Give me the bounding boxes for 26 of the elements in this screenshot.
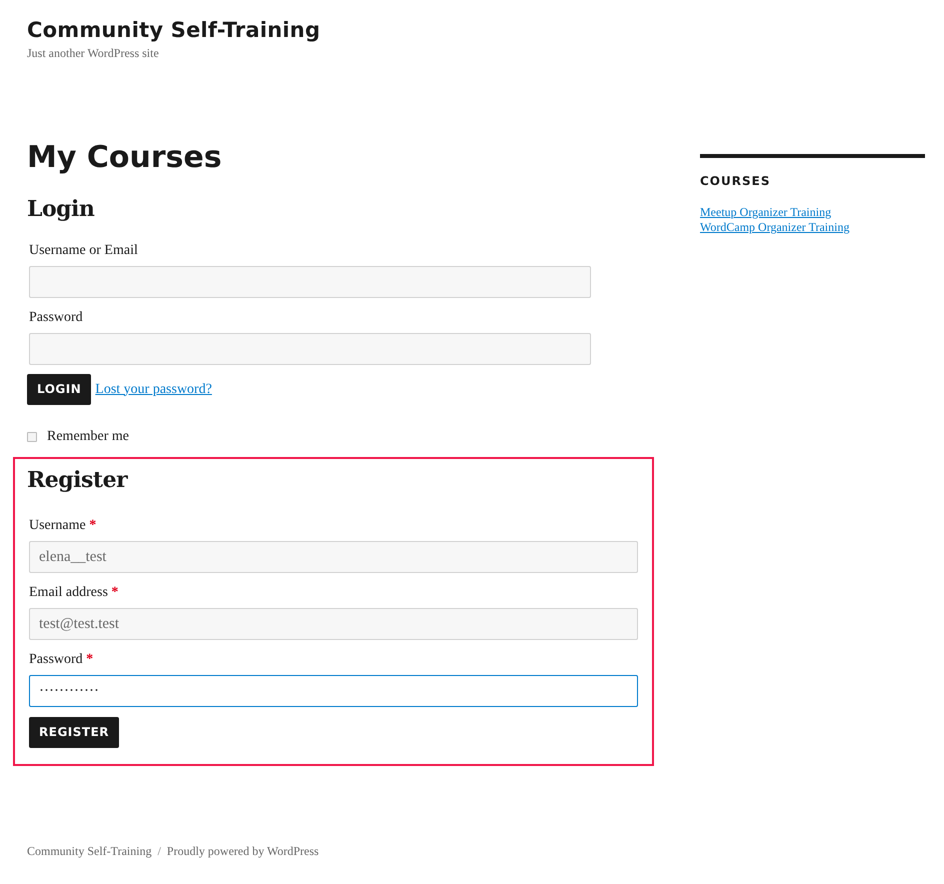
widget-heading: COURSES [700, 174, 770, 188]
input-field[interactable] [29, 333, 591, 365]
register-button[interactable]: REGISTER [29, 717, 120, 748]
lost-password-link[interactable]: Lost your password? [95, 382, 212, 398]
field-label: Password * [29, 651, 94, 669]
field-label: Email address * [29, 584, 118, 602]
section-heading: Register [27, 466, 129, 495]
input-field[interactable] [29, 266, 591, 298]
field-label: Username or Email [29, 242, 138, 260]
input-field[interactable]: elena__test [29, 541, 638, 573]
footer-separator: / [158, 844, 161, 859]
checkbox-label: Remember me [47, 429, 130, 445]
course-link[interactable]: Meetup Organizer Training [700, 205, 832, 220]
field-label: Password [29, 309, 83, 327]
input-field[interactable]: test@test.test [29, 608, 638, 640]
course-link[interactable]: WordCamp Organizer Training [700, 220, 850, 235]
site-tagline: Just another WordPress site [27, 46, 159, 61]
section-heading: Login [27, 195, 96, 224]
login-button[interactable]: LOGIN [27, 374, 92, 405]
page-title: My Courses [27, 140, 223, 176]
site-title-link[interactable]: Community Self-Training [27, 16, 320, 44]
input-field[interactable]: ············ [29, 675, 638, 707]
field-label: Username * [29, 517, 96, 535]
footer-powered-link[interactable]: Proudly powered by WordPress [166, 844, 319, 859]
footer-site-link[interactable]: Community Self-Training [27, 844, 152, 859]
checkbox[interactable] [27, 432, 37, 442]
